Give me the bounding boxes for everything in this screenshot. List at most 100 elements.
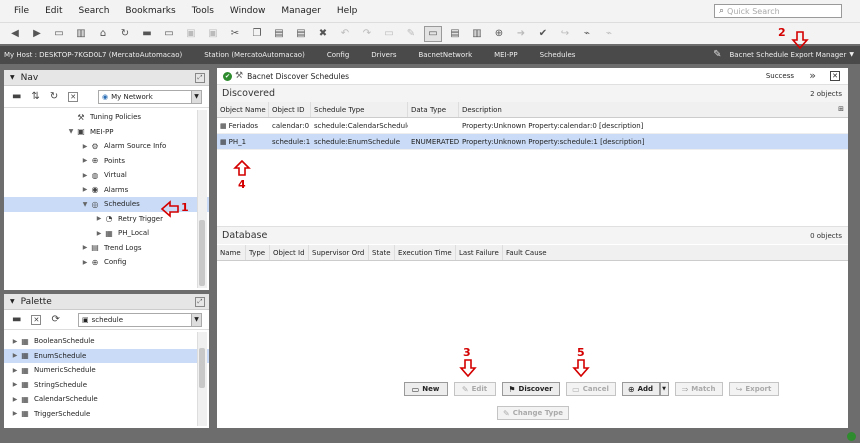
network-select[interactable]: ◉ My Network ▼	[98, 90, 202, 104]
palette-item[interactable]: ▶ ▦ BooleanSchedule	[4, 334, 209, 349]
new-folder-icon[interactable]: ▭	[160, 26, 178, 42]
palette-item[interactable]: ▶ ▦ TriggerSchedule	[4, 407, 209, 422]
chevron-right-icon[interactable]: ▶	[80, 143, 90, 150]
maximize-icon[interactable]: ⤢	[195, 73, 205, 83]
menu-bookmarks[interactable]: Bookmarks	[125, 6, 175, 16]
side-bar-icon[interactable]: ▥	[72, 26, 90, 42]
palette-item[interactable]: ▶ ▦ CalendarSchedule	[4, 392, 209, 407]
slot-sheet-icon[interactable]: ▥	[468, 26, 486, 42]
save-icon[interactable]: ▣	[182, 26, 200, 42]
property-sheet-icon[interactable]: ▤	[446, 26, 464, 42]
chevron-right-icon[interactable]: ▶	[80, 259, 90, 266]
change-type-button[interactable]: ✎ Change Type	[497, 406, 569, 420]
tree-item-tuning-policies[interactable]: ⚒ Tuning Policies	[4, 110, 209, 125]
column-header[interactable]: Data Type	[408, 102, 459, 117]
chevron-right-icon[interactable]: ▶	[10, 352, 20, 359]
breadcrumb-drivers[interactable]: Drivers	[371, 51, 396, 59]
menu-tools[interactable]: Tools	[192, 6, 214, 16]
link-mark-icon[interactable]: ✔	[534, 26, 552, 42]
copy-icon[interactable]: ❐	[248, 26, 266, 42]
tree-item-alarms[interactable]: ▶ ◉ Alarms	[4, 183, 209, 198]
palette-item[interactable]: ▶ ▦ StringSchedule	[4, 378, 209, 393]
home-icon[interactable]: ⌂	[94, 26, 112, 42]
rename-icon[interactable]: ▭	[380, 26, 398, 42]
tag-icon[interactable]: ⌁	[578, 26, 596, 42]
delete-icon[interactable]: ✖	[314, 26, 332, 42]
menu-help[interactable]: Help	[337, 6, 358, 16]
tree-item-config[interactable]: ▶ ⊕ Config	[4, 255, 209, 270]
discover-button[interactable]: ⚑ Discover	[501, 382, 560, 396]
quick-search-input[interactable]: ⌕ Quick Search	[714, 4, 842, 18]
column-header[interactable]: Object ID	[269, 102, 311, 117]
tree-item-trend-logs[interactable]: ▶ ▤ Trend Logs	[4, 241, 209, 256]
chevron-right-icon[interactable]: ▶	[94, 215, 104, 222]
chevron-down-icon[interactable]: ▼	[80, 201, 90, 208]
add-icon[interactable]: ⊕	[490, 26, 508, 42]
add-button[interactable]: ⊕ Add	[621, 382, 660, 396]
column-header[interactable]: Execution Time	[395, 245, 456, 260]
palette-item[interactable]: ▶ ▦ NumericSchedule	[4, 363, 209, 378]
menu-manager[interactable]: Manager	[281, 6, 320, 16]
chevron-right-icon[interactable]: ▶	[10, 338, 20, 345]
column-header[interactable]: Object Name	[217, 102, 269, 117]
sync-icon[interactable]: ⇅	[31, 91, 39, 102]
column-header[interactable]: Schedule Type	[311, 102, 408, 117]
cancel-button[interactable]: ▭ Cancel	[565, 382, 616, 396]
column-header[interactable]: Fault Cause	[503, 245, 848, 260]
link-from-icon[interactable]: ↪	[556, 26, 574, 42]
collapse-icon[interactable]: ▼	[10, 298, 15, 305]
table-row[interactable]: ▦ Feriados calendar:0 schedule:CalendarSc…	[217, 118, 848, 134]
tag-manager-icon[interactable]: ⌁	[600, 26, 618, 42]
nav-scroll-thumb[interactable]	[199, 220, 205, 286]
open-folder-icon[interactable]: ▬	[138, 26, 156, 42]
edit-button[interactable]: ✎ Edit	[453, 382, 496, 396]
chevron-down-icon[interactable]: ▼	[66, 128, 76, 135]
palette-scroll-thumb[interactable]	[199, 348, 205, 388]
tree-item-points[interactable]: ▶ ⊕ Points	[4, 154, 209, 169]
chevron-right-icon[interactable]: ▶	[94, 230, 104, 237]
tree-item-retry-trigger[interactable]: ▶ ◔ Retry Trigger	[4, 212, 209, 227]
new-button[interactable]: ▭ New	[403, 382, 448, 396]
tree-item-alarm-source-info[interactable]: ▶ ⚙ Alarm Source Info	[4, 139, 209, 154]
menu-file[interactable]: File	[14, 6, 29, 16]
new-tab-icon[interactable]: ▬	[12, 91, 21, 102]
column-header[interactable]: Type	[246, 245, 270, 260]
palette-scrollbar[interactable]	[197, 332, 207, 426]
table-row[interactable]: ▦ PH_1 schedule:1 schedule:EnumSchedule E…	[217, 134, 848, 150]
chevron-right-icon[interactable]: ▶	[80, 172, 90, 179]
breadcrumb-mei-pp[interactable]: MEI-PP	[494, 51, 518, 59]
collapse-icon[interactable]: ▼	[10, 74, 15, 81]
column-header[interactable]: State	[369, 245, 395, 260]
breadcrumb-host[interactable]: My Host : DESKTOP-7KGD0L7 (MercatoAutoma…	[4, 51, 182, 59]
breadcrumb-config[interactable]: Config	[327, 51, 349, 59]
save-all-icon[interactable]: ▣	[204, 26, 222, 42]
chevron-right-icon[interactable]: ▶	[80, 157, 90, 164]
column-header[interactable]: Description	[459, 102, 839, 117]
up-folder-icon[interactable]: ▭	[50, 26, 68, 42]
tree-item-virtual[interactable]: ▶ ◍ Virtual	[4, 168, 209, 183]
view-selector[interactable]: ✎ Bacnet Schedule Export Manager ▼	[713, 49, 854, 60]
match-button[interactable]: ⇒ Match	[674, 382, 723, 396]
column-chooser-icon[interactable]: ⊞	[838, 105, 844, 113]
link-icon[interactable]: ➜	[512, 26, 530, 42]
breadcrumb-station[interactable]: Station (MercatoAutomacao)	[204, 51, 305, 59]
column-header[interactable]: Object Id	[270, 245, 309, 260]
paste-special-icon[interactable]: ▤	[292, 26, 310, 42]
close-icon[interactable]: ✕	[830, 71, 840, 81]
back-icon[interactable]: ◀	[6, 26, 24, 42]
maximize-icon[interactable]: ⤢	[195, 297, 205, 307]
column-header[interactable]: Last Failure	[456, 245, 503, 260]
chevron-right-icon[interactable]: ▶	[80, 186, 90, 193]
column-header[interactable]: Supervisor Ord	[309, 245, 369, 260]
menu-edit[interactable]: Edit	[45, 6, 62, 16]
menu-window[interactable]: Window	[230, 6, 266, 16]
chevron-right-icon[interactable]: ▶	[10, 410, 20, 417]
tree-item-schedules[interactable]: ▼ ◎ Schedules	[4, 197, 209, 212]
chevron-right-icon[interactable]: ▶	[80, 244, 90, 251]
chevron-right-icon[interactable]: ▶	[10, 381, 20, 388]
double-chevron-icon[interactable]: »	[809, 69, 816, 82]
close-icon[interactable]: ✕	[31, 314, 42, 325]
chevron-right-icon[interactable]: ▶	[10, 396, 20, 403]
paste-icon[interactable]: ▤	[270, 26, 288, 42]
cut-icon[interactable]: ✂	[226, 26, 244, 42]
